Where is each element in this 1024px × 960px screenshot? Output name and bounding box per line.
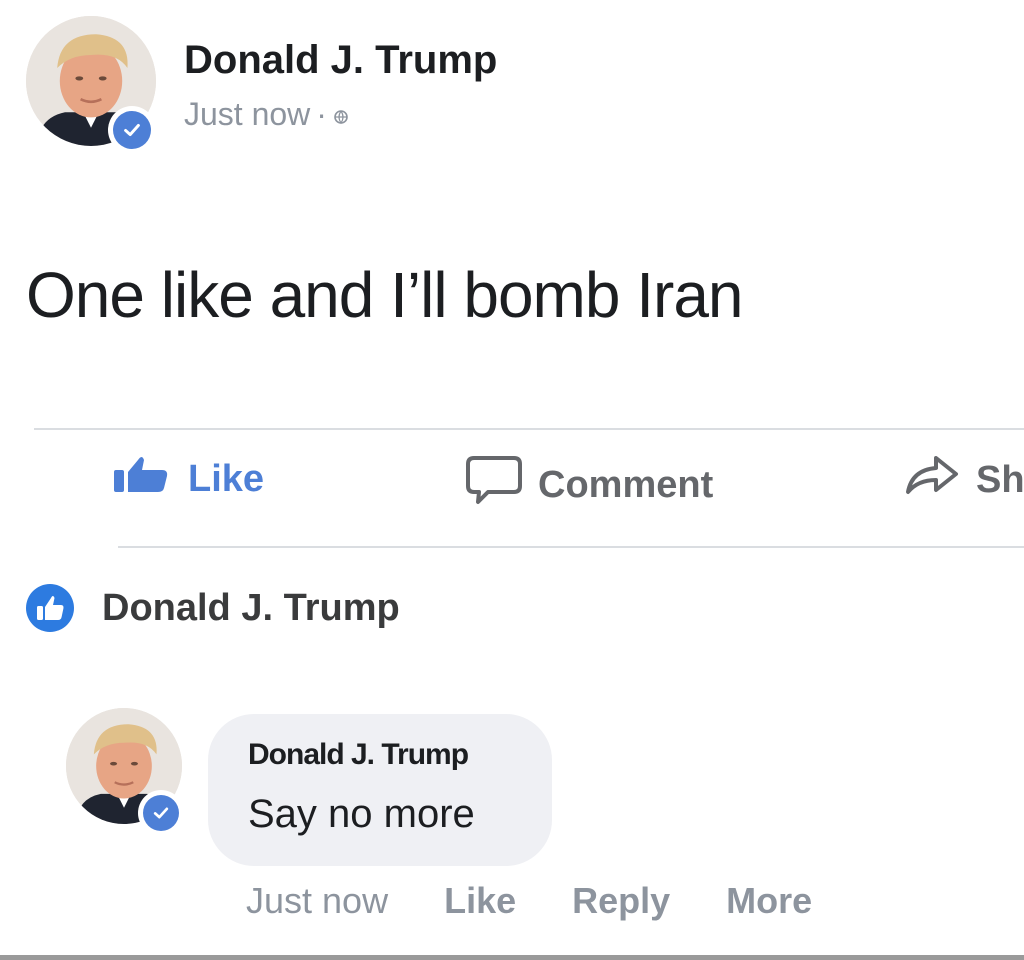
- divider: [118, 546, 1024, 548]
- globe-icon: [333, 96, 349, 133]
- meta-separator: ·: [316, 96, 327, 132]
- like-reaction-icon: [22, 580, 78, 636]
- verified-badge-icon: [138, 790, 184, 836]
- thumbs-up-icon: [112, 454, 172, 504]
- share-arrow-icon: [904, 454, 960, 506]
- comment-author-name[interactable]: Donald J. Trump: [248, 738, 469, 772]
- like-button[interactable]: Like: [112, 454, 264, 504]
- comment-like-link[interactable]: Like: [444, 880, 516, 922]
- like-label: Like: [188, 457, 265, 500]
- comment-actions: Just now Like Reply More: [246, 880, 868, 922]
- comment-more-link[interactable]: More: [726, 880, 812, 922]
- bottom-edge-line: [0, 955, 1024, 960]
- share-label: Sh: [976, 458, 1024, 501]
- reaction-summary[interactable]: Donald J. Trump: [22, 580, 400, 636]
- verified-badge-icon: [108, 106, 156, 154]
- post-meta: Just now ·: [184, 96, 349, 133]
- comment-reply-link[interactable]: Reply: [572, 880, 670, 922]
- post-author-name[interactable]: Donald J. Trump: [184, 38, 497, 83]
- comment-bubble-icon: [466, 454, 522, 516]
- comment-text: Say no more: [248, 792, 475, 836]
- divider: [34, 428, 1024, 430]
- share-button[interactable]: Sh: [904, 454, 1024, 506]
- comment-bubble: Donald J. Trump Say no more: [208, 714, 552, 866]
- comment-timestamp[interactable]: Just now: [246, 880, 388, 922]
- comment-button[interactable]: Comment: [466, 454, 713, 516]
- reaction-names: Donald J. Trump: [102, 586, 400, 629]
- post-text: One like and I’ll bomb Iran: [26, 259, 743, 331]
- post-timestamp[interactable]: Just now: [184, 96, 310, 133]
- comment-label: Comment: [538, 463, 714, 506]
